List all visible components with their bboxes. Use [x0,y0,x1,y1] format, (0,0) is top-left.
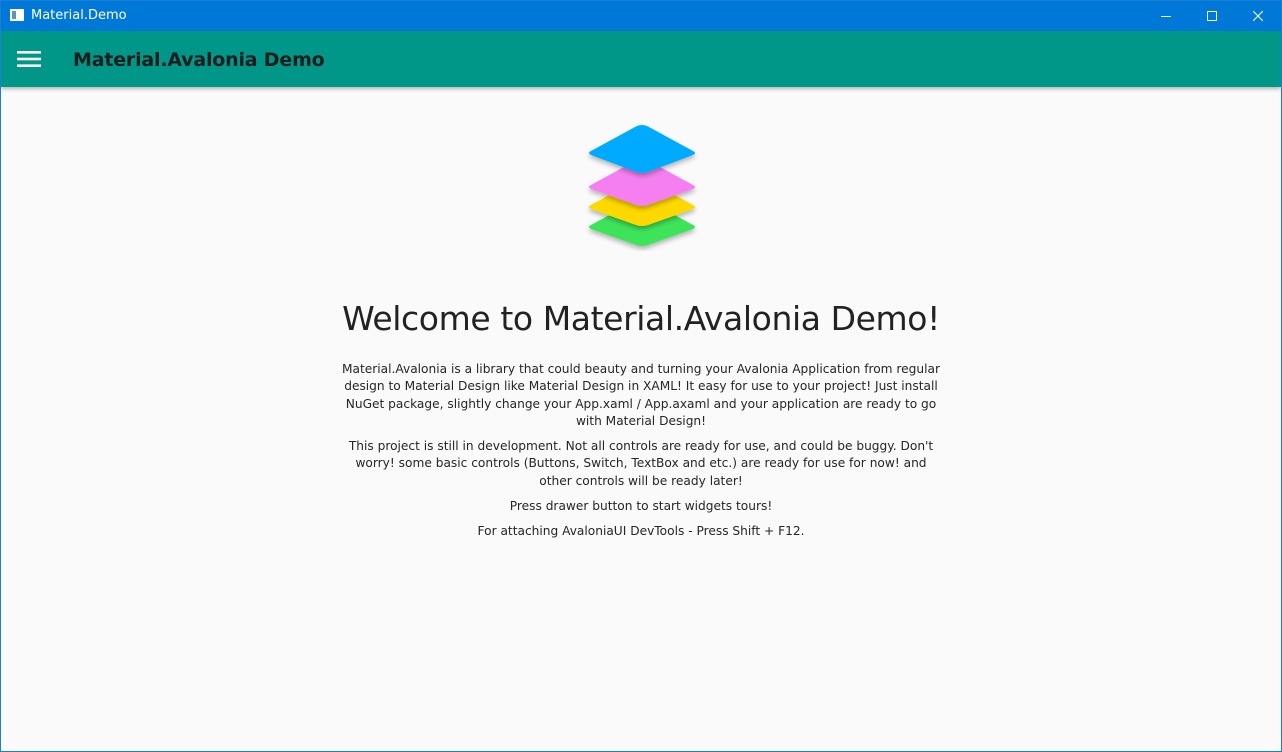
close-button[interactable] [1235,1,1281,31]
hamburger-menu-icon [17,51,41,67]
window-app-icon [10,9,24,21]
devtools-hint-paragraph: For attaching AvaloniaUI DevTools - Pres… [477,524,805,538]
drawer-hint-paragraph: Press drawer button to start widgets tou… [509,499,773,513]
app-bar: Material.Avalonia Demo [1,31,1281,87]
logo-layer-blue [589,125,695,173]
development-notice-paragraph: This project is still in development. No… [348,439,934,488]
drawer-menu-button[interactable] [13,43,45,75]
window-title: Material.Demo [31,8,127,23]
minimize-button[interactable] [1143,1,1189,31]
maximize-button[interactable] [1189,1,1235,31]
title-bar[interactable]: Material.Demo [1,1,1281,31]
close-icon [1253,11,1263,21]
main-content: Welcome to Material.Avalonia Demo! Mater… [1,87,1281,751]
intro-paragraph: Material.Avalonia is a library that coul… [341,362,940,429]
stacked-layers-logo [589,125,695,246]
minimize-icon [1161,16,1171,17]
welcome-heading: Welcome to Material.Avalonia Demo! [342,299,940,338]
maximize-icon [1207,11,1217,21]
app-window: Material.Demo Material.Avalonia Demo Wel… [0,0,1282,752]
app-title: Material.Avalonia Demo [73,49,325,71]
